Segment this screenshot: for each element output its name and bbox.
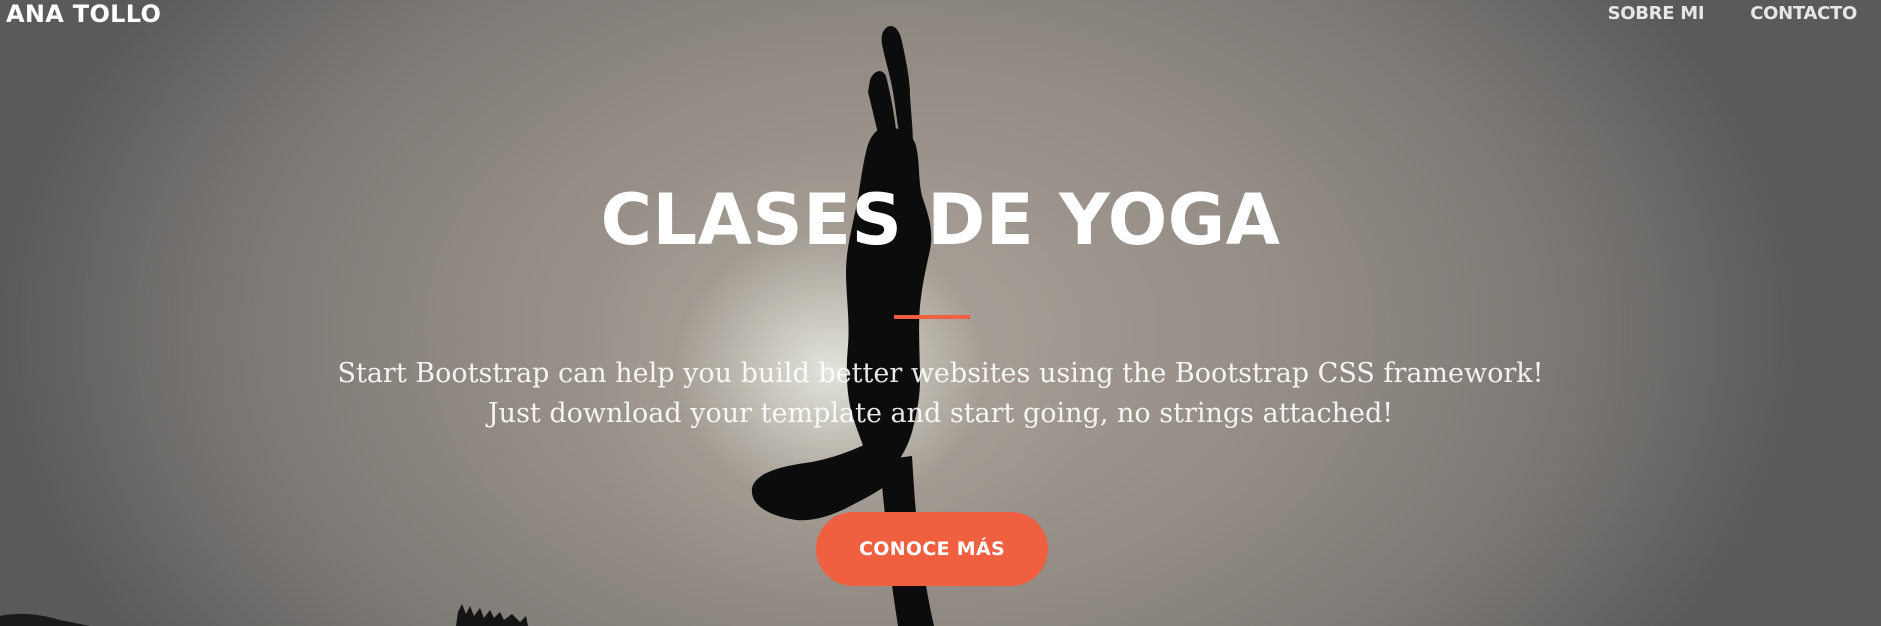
conoce-mas-button[interactable]: CONOCE MÁS [816, 512, 1048, 586]
brand-logo-link[interactable]: ANA TOLLO [6, 0, 161, 28]
nav-link-sobre-mi[interactable]: SOBRE MI [1608, 3, 1705, 24]
silhouette-ground-left [0, 613, 90, 626]
hero-lead: Start Bootstrap can help you build bette… [0, 354, 1881, 434]
hero-lead-line-1: Start Bootstrap can help you build bette… [337, 358, 1544, 389]
nav-links: SOBRE MI CONTACTO [1608, 3, 1858, 24]
hero-title: CLASES DE YOGA [600, 179, 1281, 261]
hero-section: ANA TOLLO SOBRE MI CONTACTO CLASES DE YO… [0, 0, 1881, 626]
title-divider [894, 315, 970, 319]
nav-link-contacto[interactable]: CONTACTO [1750, 3, 1857, 24]
top-navbar: ANA TOLLO SOBRE MI CONTACTO [0, 0, 1881, 30]
silhouette-plants [456, 604, 528, 626]
hero-lead-line-2: Just download your template and start go… [487, 398, 1394, 429]
